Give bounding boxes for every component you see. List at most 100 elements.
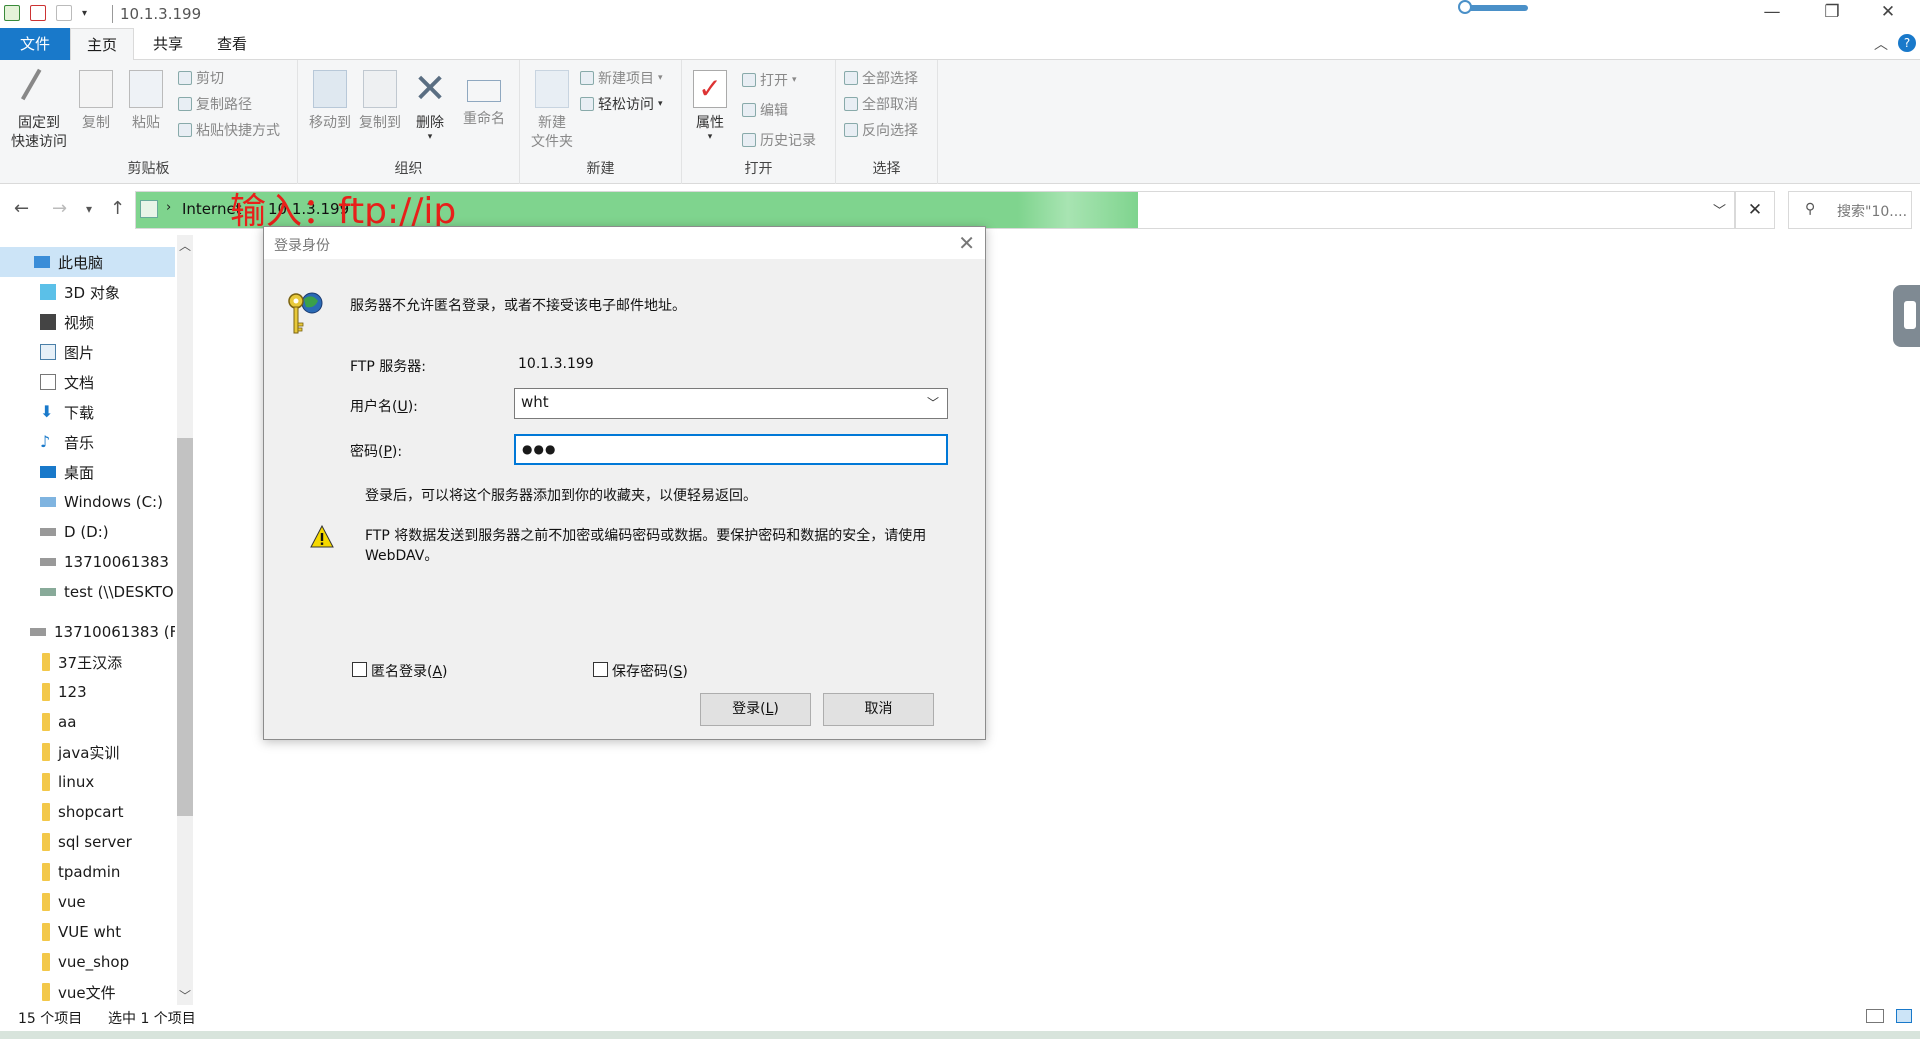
pin-quick-access-button[interactable]: 固定到 快速访问 [6, 66, 72, 152]
sidebar-item-folder[interactable]: vue_shop [0, 947, 175, 977]
maximize-button[interactable]: ❐ [1812, 2, 1852, 26]
forward-arrow-icon[interactable]: → [52, 198, 67, 219]
document-icon [40, 374, 56, 390]
paste-shortcut-button[interactable]: 粘贴快捷方式 [178, 120, 280, 140]
back-arrow-icon[interactable]: ← [14, 198, 29, 219]
sidebar-item-folder[interactable]: 123 [0, 677, 175, 707]
sidebar-item-folder[interactable]: shopcart [0, 797, 175, 827]
copy-path-label: 复制路径 [196, 97, 252, 113]
cancel-button[interactable]: 取消 [823, 693, 934, 726]
sidebar-item-folder[interactable]: 37王汉添 [0, 647, 175, 677]
anonymous-login-label: 匿名登录(A) [371, 664, 448, 680]
sidebar-item-folder[interactable]: java实训 [0, 737, 175, 767]
collapse-ribbon-icon[interactable]: ︿ [1874, 34, 1888, 54]
tab-home[interactable]: 主页 [70, 28, 134, 61]
select-none-button[interactable]: 全部取消 [844, 94, 918, 114]
paste-button[interactable]: 粘贴 [124, 66, 168, 133]
sidebar-item-drive-d[interactable]: D (D:) [0, 517, 175, 547]
cut-button[interactable]: 剪切 [178, 68, 224, 88]
copy-button[interactable]: 复制 [74, 66, 118, 133]
new-folder-icon[interactable] [56, 5, 72, 21]
details-view-icon[interactable] [1866, 1009, 1884, 1023]
scrollbar-thumb[interactable] [177, 438, 193, 816]
sidebar-item-3d-objects[interactable]: 3D 对象 [0, 277, 175, 307]
open-button[interactable]: 打开 ▾ [742, 70, 797, 90]
sidebar-item-videos[interactable]: 视频 [0, 307, 175, 337]
password-field[interactable]: ●●● [514, 434, 948, 465]
scissors-icon [178, 71, 192, 85]
move-to-icon [313, 70, 347, 108]
move-to-label: 移动到 [309, 115, 351, 131]
up-arrow-icon[interactable]: ↑ [110, 198, 125, 219]
customize-qat-icon[interactable]: ▾ [82, 8, 87, 19]
sidebar-item-folder[interactable]: sql server [0, 827, 175, 857]
save-password-checkbox[interactable] [593, 662, 608, 677]
new-item-button[interactable]: 新建项目 ▾ [580, 68, 663, 88]
help-icon[interactable]: ? [1898, 34, 1916, 52]
zoom-slider-handle[interactable] [1458, 0, 1472, 14]
search-input[interactable]: ⚲ 搜索"10.... [1788, 191, 1912, 229]
sidebar-item-pictures[interactable]: 图片 [0, 337, 175, 367]
dialog-close-button[interactable]: ✕ [958, 231, 975, 255]
tab-view[interactable]: 查看 [202, 28, 262, 60]
organize-group-label: 组织 [394, 161, 423, 177]
history-button[interactable]: 历史记录 [742, 130, 816, 150]
scroll-down-icon[interactable]: ﹀ [179, 987, 191, 1004]
sidebar-item-folder[interactable]: aa [0, 707, 175, 737]
side-panel-tab[interactable] [1893, 285, 1920, 347]
copy-path-button[interactable]: 复制路径 [178, 94, 252, 114]
new-folder-label-2: 文件夹 [531, 134, 573, 150]
move-to-button[interactable]: 移动到 [306, 66, 354, 133]
folder-icon [42, 773, 50, 791]
sidebar-item-folder[interactable]: tpadmin [0, 857, 175, 887]
properties-check-icon[interactable] [30, 5, 46, 21]
password-mnemonic: P [383, 444, 392, 460]
sidebar-item-network-drive[interactable]: test (\\DESKTO [0, 577, 175, 607]
delete-button[interactable]: ✕ 删除 ▾ [410, 66, 450, 142]
easy-access-button[interactable]: 轻松访问 ▾ [580, 94, 663, 114]
delete-dropdown-icon[interactable]: ▾ [410, 133, 450, 142]
sidebar-item-folder[interactable]: vue文件 [0, 977, 175, 1005]
address-dropdown-icon[interactable]: ﹀ [1713, 200, 1726, 219]
recent-locations-chevron-icon[interactable]: ▾ [86, 202, 92, 216]
edit-button[interactable]: 编辑 [742, 100, 788, 120]
sidebar-item-music[interactable]: ♪ 音乐 [0, 427, 175, 457]
invert-selection-button[interactable]: 反向选择 [844, 120, 918, 140]
delete-label: 删除 [416, 115, 444, 131]
scroll-up-icon[interactable]: ︿ [179, 237, 191, 254]
sidebar-item-drive-f[interactable]: 13710061383 (F: [0, 617, 175, 647]
sidebar-item-downloads[interactable]: ⬇ 下载 [0, 397, 175, 427]
sidebar-item-drive-removable[interactable]: 13710061383 ( [0, 547, 175, 577]
new-folder-button[interactable]: 新建 文件夹 [524, 66, 580, 152]
sidebar-item-label: test (\\DESKTO [64, 583, 174, 601]
copy-to-button[interactable]: 复制到 [356, 66, 404, 133]
sidebar-item-folder[interactable]: VUE wht [0, 917, 175, 947]
tab-share[interactable]: 共享 [138, 28, 198, 60]
sidebar-item-desktop[interactable]: 桌面 [0, 457, 175, 487]
large-icons-view-icon[interactable] [1896, 1009, 1912, 1023]
sidebar-item-documents[interactable]: 文档 [0, 367, 175, 397]
username-combobox[interactable]: wht ﹀ [514, 388, 948, 419]
properties-button[interactable]: ✓ 属性 ▾ [688, 66, 732, 142]
sidebar-item-drive-c[interactable]: Windows (C:) [0, 487, 175, 517]
sidebar-item-label: vue [58, 893, 86, 911]
drive-icon [40, 497, 56, 507]
properties-dropdown-icon[interactable]: ▾ [688, 133, 732, 142]
username-dropdown-chevron-icon[interactable]: ﹀ [927, 394, 939, 411]
navigation-pane-scrollbar[interactable]: ︿ ﹀ [177, 235, 193, 1005]
sidebar-item-this-pc[interactable]: 此电脑 [0, 247, 175, 277]
new-group-label: 新建 [586, 161, 615, 177]
select-all-button[interactable]: 全部选择 [844, 68, 918, 88]
login-button[interactable]: 登录(L) [700, 693, 811, 726]
stop-loading-button[interactable]: ✕ [1735, 191, 1775, 229]
close-button[interactable]: ✕ [1868, 2, 1908, 26]
tab-file[interactable]: 文件 [0, 28, 70, 60]
sidebar-item-folder[interactable]: linux [0, 767, 175, 797]
copy-path-icon [178, 97, 192, 111]
rename-button[interactable]: 重命名 [458, 66, 510, 129]
minimize-button[interactable]: — [1752, 2, 1792, 26]
sidebar-item-folder[interactable]: vue [0, 887, 175, 917]
breadcrumb-chevron-icon[interactable]: › [166, 200, 171, 215]
anonymous-login-checkbox[interactable] [352, 662, 367, 677]
folder-icon [42, 953, 50, 971]
